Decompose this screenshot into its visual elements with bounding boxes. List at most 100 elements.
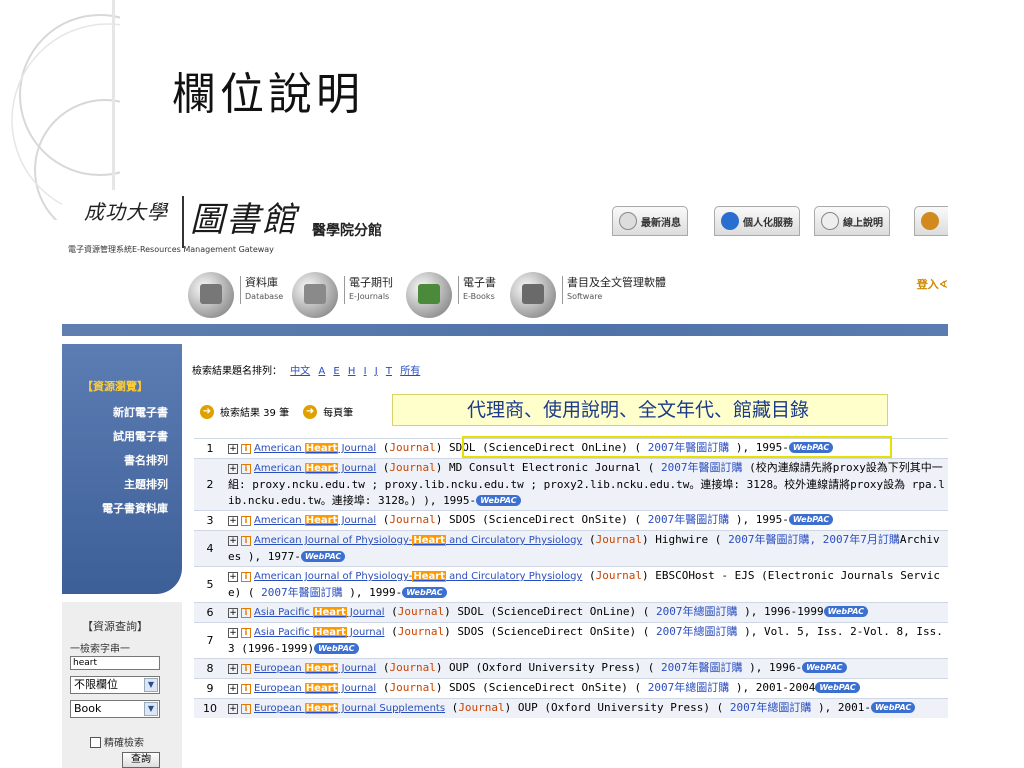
webpac-button[interactable]: WebPAC — [815, 682, 860, 693]
info-icon[interactable]: i — [241, 664, 251, 674]
coverage-text: ), 2001-2004 — [729, 681, 816, 694]
exact-search-option[interactable]: 精確檢索 — [90, 734, 144, 749]
sort-link-chinese[interactable]: 中文 — [290, 366, 310, 377]
journal-title-link[interactable]: American Heart Journal — [254, 463, 376, 474]
provider-text: SDOL (ScienceDirect OnLine) ( — [442, 441, 648, 454]
sort-link-j[interactable]: J — [375, 366, 378, 377]
info-icon[interactable]: i — [241, 444, 251, 454]
expand-icon[interactable]: + — [228, 536, 238, 546]
webpac-button[interactable]: WebPAC — [788, 442, 834, 453]
provider-text: OUP (Oxford University Press) ( — [511, 701, 730, 714]
info-icon[interactable]: i — [241, 628, 251, 638]
results-table: 1 + i American Heart Journal (Journal) SDOL… — [194, 438, 948, 718]
journal-title-link[interactable]: American Heart Journal — [254, 443, 376, 454]
online-help-button[interactable]: 線上說明 — [814, 206, 890, 236]
journal-title-link[interactable]: American Journal of Physiology-Heart and… — [254, 571, 582, 582]
row-number: 5 — [206, 578, 214, 591]
login-link[interactable]: 登入∢ — [917, 276, 948, 292]
category-database-sub: Database — [245, 292, 284, 301]
journal-title-link[interactable]: American Heart Journal — [254, 515, 376, 526]
info-icon[interactable]: i — [241, 516, 251, 526]
search-button[interactable]: 查詢 — [122, 752, 160, 768]
category-ejournals[interactable]: 電子期刊 E-Journals — [344, 276, 393, 304]
table-row: 6 + i Asia Pacific Heart Journal (Journal) … — [194, 602, 948, 622]
type-select-value: Book — [74, 702, 102, 715]
arrow-right-icon: ➜ — [200, 404, 214, 419]
info-icon[interactable]: i — [241, 684, 251, 694]
webpac-button[interactable]: WebPAC — [476, 495, 521, 506]
info-icon[interactable]: i — [241, 704, 251, 714]
sidebar-item-trial-ebooks[interactable]: 試用電子書 — [113, 428, 168, 444]
sort-link-e[interactable]: E — [333, 366, 339, 377]
site-header: 成功大學 電子資源管理系統E-Resources Management Gate… — [62, 190, 948, 260]
category-database-label: 資料庫 — [245, 276, 278, 289]
search-input[interactable] — [70, 656, 160, 670]
coverage-text: ), 1996-1999 — [737, 605, 824, 618]
row-number: 3 — [206, 514, 214, 527]
expand-icon[interactable]: + — [228, 516, 238, 526]
exact-search-label: 精確檢索 — [104, 738, 144, 749]
expand-icon[interactable]: + — [228, 628, 238, 638]
table-row: 4 + i American Journal of Physiology-Heart … — [194, 530, 948, 566]
sort-link-h[interactable]: H — [348, 366, 356, 377]
more-button[interactable] — [914, 206, 948, 236]
webpac-button[interactable]: WebPAC — [788, 514, 834, 525]
journal-type-tag: Journal — [389, 681, 436, 694]
row-number: 6 — [206, 606, 214, 619]
sidebar-item-by-title[interactable]: 書名排列 — [124, 452, 168, 468]
webpac-button[interactable]: WebPAC — [300, 551, 346, 562]
provider-text: OUP (Oxford University Press) ( — [442, 661, 661, 674]
title-part: Asia Pacific — [254, 627, 314, 638]
coverage-text: ), 1996- — [742, 661, 803, 674]
expand-icon[interactable]: + — [228, 684, 238, 694]
ebook-inner-icon — [418, 284, 440, 304]
webpac-button[interactable]: WebPAC — [802, 662, 847, 673]
sidebar-item-ebook-databases[interactable]: 電子書資料庫 — [102, 500, 168, 516]
journal-title-link[interactable]: European Heart Journal — [254, 683, 376, 694]
personal-service-button[interactable]: 個人化服務 — [714, 206, 800, 236]
journal-title-link[interactable]: European Heart Journal Supplements — [254, 703, 445, 714]
journal-title-link[interactable]: Asia Pacific Heart Journal — [254, 627, 385, 638]
search-highlight: Heart — [412, 535, 446, 546]
title-part: European — [254, 703, 305, 714]
journal-title-link[interactable]: Asia Pacific Heart Journal — [254, 607, 385, 618]
title-part: Journal — [338, 443, 377, 454]
webpac-button[interactable]: WebPAC — [870, 702, 916, 713]
field-select[interactable]: 不限欄位 ▼ — [70, 676, 160, 694]
subscription-tag: 2007年醫圖訂購 — [660, 661, 743, 674]
expand-icon[interactable]: + — [228, 572, 238, 582]
software-inner-icon — [522, 284, 544, 304]
expand-icon[interactable]: + — [228, 444, 238, 454]
nav-divider-bar — [62, 324, 948, 336]
library-logo: 圖書館 — [190, 200, 298, 240]
coverage-text: ), 1999- — [342, 586, 403, 599]
category-software[interactable]: 書目及全文管理軟體 Software — [562, 276, 666, 304]
category-database[interactable]: 資料庫 Database — [240, 276, 283, 304]
journal-title-link[interactable]: American Journal of Physiology-Heart and… — [254, 535, 582, 546]
info-icon[interactable]: i — [241, 536, 251, 546]
webpac-button[interactable]: WebPAC — [402, 587, 447, 598]
sort-link-all[interactable]: 所有 — [400, 366, 420, 377]
news-button[interactable]: 最新消息 — [612, 206, 688, 236]
webpac-button[interactable]: WebPAC — [314, 643, 359, 654]
expand-icon[interactable]: + — [228, 608, 238, 618]
info-icon[interactable]: i — [241, 572, 251, 582]
sort-link-i[interactable]: I — [364, 366, 367, 377]
type-select[interactable]: Book ▼ — [70, 700, 160, 718]
journal-title-link[interactable]: European Heart Journal — [254, 663, 376, 674]
row-entry: + i European Heart Journal Supplements (Jo… — [226, 699, 948, 718]
info-icon[interactable]: i — [241, 608, 251, 618]
expand-icon[interactable]: + — [228, 704, 238, 714]
exact-search-checkbox[interactable] — [90, 737, 101, 748]
expand-icon[interactable]: + — [228, 464, 238, 474]
sidebar-item-by-subject[interactable]: 主題排列 — [124, 476, 168, 492]
sort-link-a[interactable]: A — [318, 366, 325, 377]
sort-link-t[interactable]: T — [386, 366, 392, 377]
title-part: Journal — [338, 683, 377, 694]
webpac-button[interactable]: WebPAC — [823, 606, 869, 617]
info-icon[interactable]: i — [241, 464, 251, 474]
logo-divider — [182, 196, 184, 248]
sidebar-item-new-ebooks[interactable]: 新訂電子書 — [113, 404, 168, 420]
category-ebooks[interactable]: 電子書 E-Books — [458, 276, 496, 304]
expand-icon[interactable]: + — [228, 664, 238, 674]
